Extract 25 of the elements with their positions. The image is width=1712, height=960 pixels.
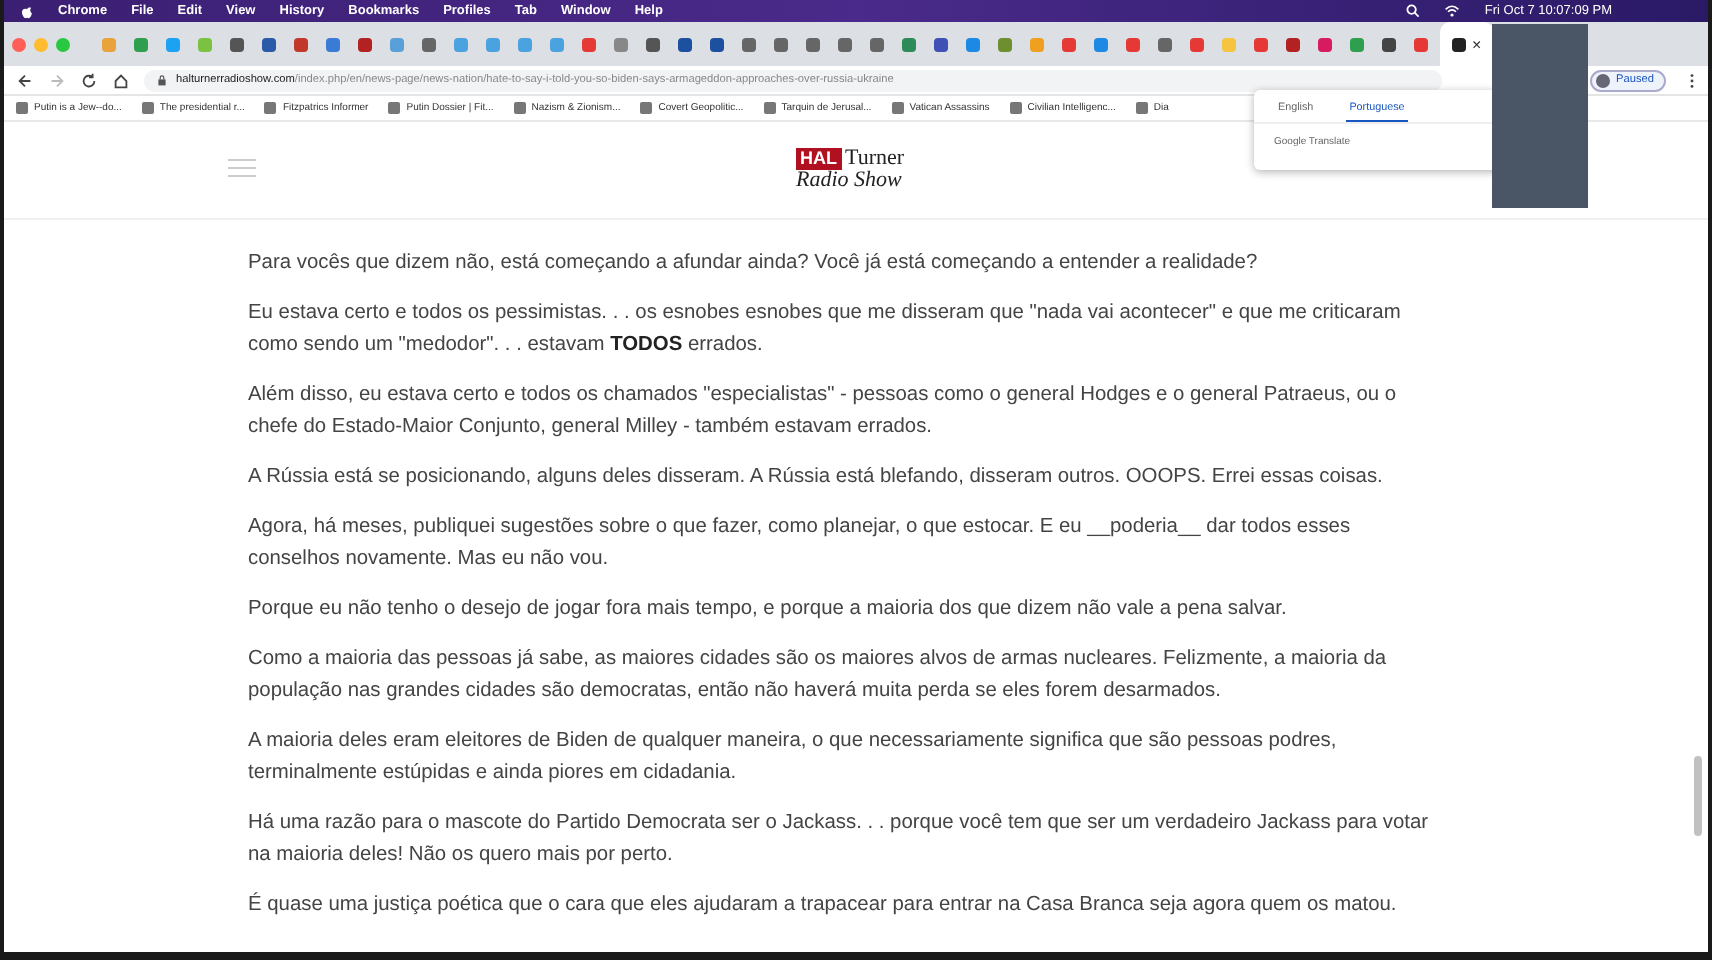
wifi-icon[interactable] [1444, 4, 1461, 18]
article-paragraph: A maioria deles eram eleitores de Biden de qualquer maneira, o que necessariamente significa que são pessoas podres, terminalmente estúpidas e ainda piores em cidadania. [248, 728, 1339, 788]
logo-name: Turner [845, 148, 905, 170]
home-icon[interactable] [112, 71, 130, 89]
avatar-icon [1596, 73, 1611, 87]
lock-icon [156, 74, 168, 86]
search-icon[interactable] [1406, 4, 1421, 18]
article-paragraph: A Rússia está se posicionando, alguns deles disseram. A Rússia está blefando, disseram outros. OOOPS. Errei essas coisas. [248, 464, 1385, 492]
article-paragraph: Porque eu não tenho o desejo de jogar fora mais tempo, e porque a maioria dos que dizem não vale a pena salvar. [248, 596, 1289, 624]
reload-icon[interactable] [80, 71, 98, 89]
apple-logo-icon[interactable] [20, 3, 34, 19]
logo-subtitle: Radio Show [796, 170, 904, 192]
back-arrow-icon[interactable] [16, 71, 34, 89]
article-paragraph: Além disso, eu estava certo e todos os chamados "especialistas" - pessoas como o general Hodges e o general Patraeus, ou o chefe do Estado-Maior Conjunto, general Milley - também estavam errados. [248, 382, 1399, 442]
browser-tab[interactable]: × [1440, 22, 1494, 66]
kebab-menu-icon[interactable] [1688, 71, 1696, 89]
article-paragraph: Há uma razão para o mascote do Partido Democrata ser o Jackass. . . porque você tem que ser um verdadeiro Jackass para votar na maioria deles! Não os quero mais por perto. [248, 810, 1431, 870]
article-paragraph: É quase uma justiça poética que o cara que eles ajudaram a trapacear para entrar na Casa Branca seja agora quem os matou. [248, 890, 1399, 920]
forward-arrow-icon[interactable] [48, 71, 66, 89]
article-paragraph: Agora, há meses, publiquei sugestões sobre o que fazer, como planejar, o que estocar. E eu __poderia__ dar todos esses conselhos novamente. Mas eu não vou. [248, 514, 1353, 574]
article-paragraph: Eu estava certo e todos os pessimistas. . . os esnobes esnobes que me disseram que "nada vai acontecer" e que me criticaram como sendo um "medodor". . . estavam TODOS errados. [248, 300, 1403, 360]
article-paragraph: Para vocês que dizem não, está começando a afundar ainda? Você já está começando a entender a realidade? [248, 250, 1260, 278]
article-paragraph: Como a maioria das pessoas já sabe, as maiores cidades são os maiores alvos de armas nucleares. Felizmente, a maioria da população nas grandes cidades são democratas, então não haverá muita perda se eles forem desarmados. [248, 646, 1389, 706]
logo-badge: HAL [796, 148, 841, 170]
close-tab-button[interactable]: × [1472, 35, 1482, 53]
